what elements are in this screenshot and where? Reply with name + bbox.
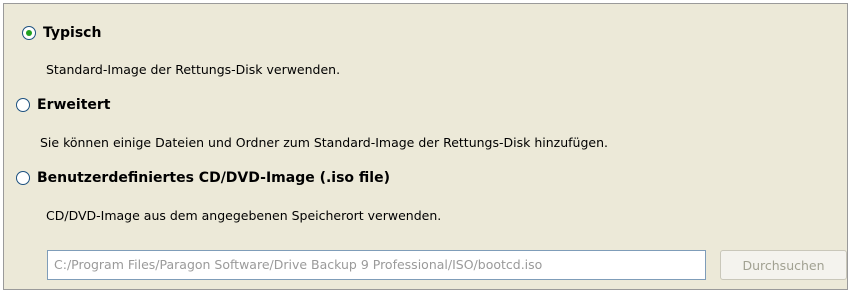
option-advanced-description: Sie können einige Dateien und Ordner zum… (40, 135, 608, 150)
option-advanced-label[interactable]: Erweitert (37, 97, 110, 113)
option-advanced-row[interactable]: Erweitert (16, 88, 110, 122)
option-advanced-radio[interactable] (16, 98, 30, 112)
option-custom-iso-label[interactable]: Benutzerdefiniertes CD/DVD-Image (.iso f… (37, 170, 390, 186)
option-custom-iso-radio[interactable] (16, 171, 30, 185)
browse-button[interactable]: Durchsuchen (720, 250, 847, 280)
option-typical-label[interactable]: Typisch (43, 25, 101, 41)
option-typical-row[interactable]: Typisch (22, 16, 101, 50)
radio-selected-dot (26, 30, 32, 36)
rescue-disk-image-options-panel: Typisch Standard-Image der Rettungs-Disk… (3, 3, 848, 290)
option-typical-description: Standard-Image der Rettungs-Disk verwend… (46, 62, 341, 77)
option-typical-radio[interactable] (22, 26, 36, 40)
option-custom-iso-description: CD/DVD-Image aus dem angegebenen Speiche… (46, 208, 442, 223)
option-custom-iso-row[interactable]: Benutzerdefiniertes CD/DVD-Image (.iso f… (16, 161, 390, 195)
iso-path-input[interactable]: C:/Program Files/Paragon Software/Drive … (47, 250, 706, 280)
